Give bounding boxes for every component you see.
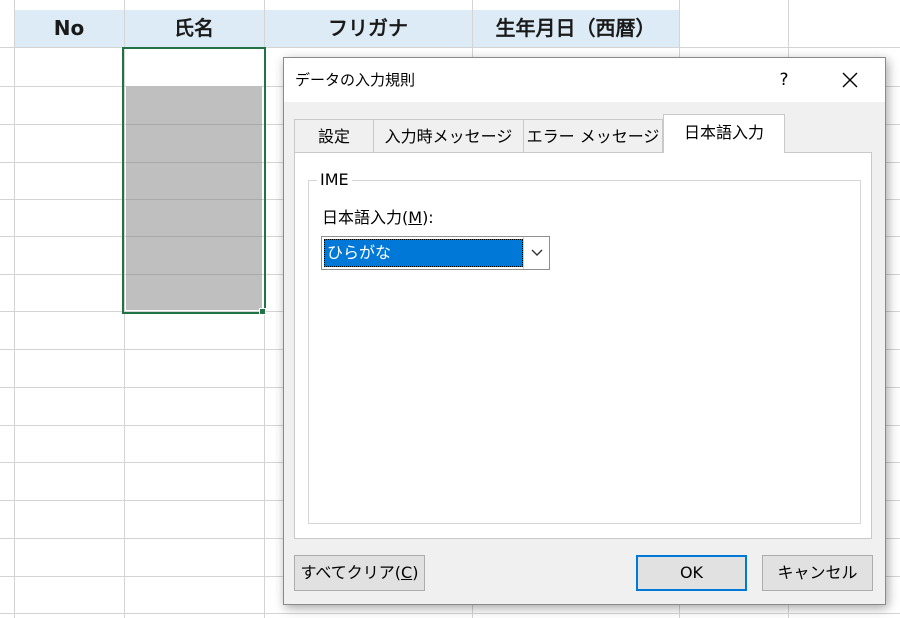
tab-label: 日本語入力 [683, 123, 764, 142]
ime-mode-label-suffix: ): [422, 208, 434, 227]
column-header-birthdate[interactable]: 生年月日（西暦） [472, 10, 679, 47]
dialog-titlebar[interactable]: データの入力規則 ? [284, 58, 885, 102]
data-validation-dialog: データの入力規則 ? 設定 入力時メッセージ エラー メッセージ 日本語入力 I… [283, 57, 886, 605]
tab-japanese-input[interactable]: 日本語入力 [663, 114, 785, 153]
dropdown-button[interactable] [523, 237, 549, 269]
tab-panel-japanese-input: IME 日本語入力(M): ひらがな [294, 152, 872, 539]
chevron-down-icon [531, 249, 543, 256]
tab-error-message[interactable]: エラー メッセージ [523, 119, 663, 152]
clear-all-label-suffix: ) [412, 563, 419, 582]
grid-line [0, 613, 900, 614]
clear-all-label-text: すべてクリア( [300, 563, 402, 582]
tab-input-message[interactable]: 入力時メッセージ [373, 119, 524, 152]
ime-group-legend: IME [317, 169, 352, 191]
tab-label: 設定 [317, 127, 350, 146]
close-icon [842, 72, 858, 88]
tab-label: 入力時メッセージ [384, 127, 513, 146]
close-button[interactable] [820, 58, 880, 102]
dialog-title: データの入力規則 [295, 71, 416, 89]
ok-label: OK [679, 563, 704, 582]
help-button[interactable]: ? [754, 58, 814, 102]
ime-mode-selected-value: ひらがな [324, 239, 523, 267]
clear-all-button[interactable]: すべてクリア(C) [294, 555, 425, 591]
clear-all-accel-key: C [401, 563, 413, 582]
ime-mode-select[interactable]: ひらがな [321, 236, 550, 270]
ok-button[interactable]: OK [636, 555, 747, 591]
ime-mode-accel-key: M [408, 208, 423, 227]
grid-line [14, 0, 15, 618]
help-icon: ? [779, 70, 789, 90]
tab-label: エラー メッセージ [526, 127, 660, 146]
tab-settings[interactable]: 設定 [294, 119, 374, 152]
selection-border [122, 47, 266, 314]
cancel-label: キャンセル [777, 563, 858, 582]
ime-mode-label: 日本語入力(M): [322, 207, 434, 229]
column-header-furigana[interactable]: フリガナ [264, 10, 472, 47]
column-header-name[interactable]: 氏名 [124, 10, 264, 47]
cancel-button[interactable]: キャンセル [762, 555, 873, 591]
ime-mode-label-text: 日本語入力( [322, 208, 409, 227]
ime-groupbox: IME 日本語入力(M): ひらがな [308, 169, 861, 524]
column-header-no[interactable]: No [14, 10, 124, 47]
fill-handle[interactable] [259, 308, 266, 315]
